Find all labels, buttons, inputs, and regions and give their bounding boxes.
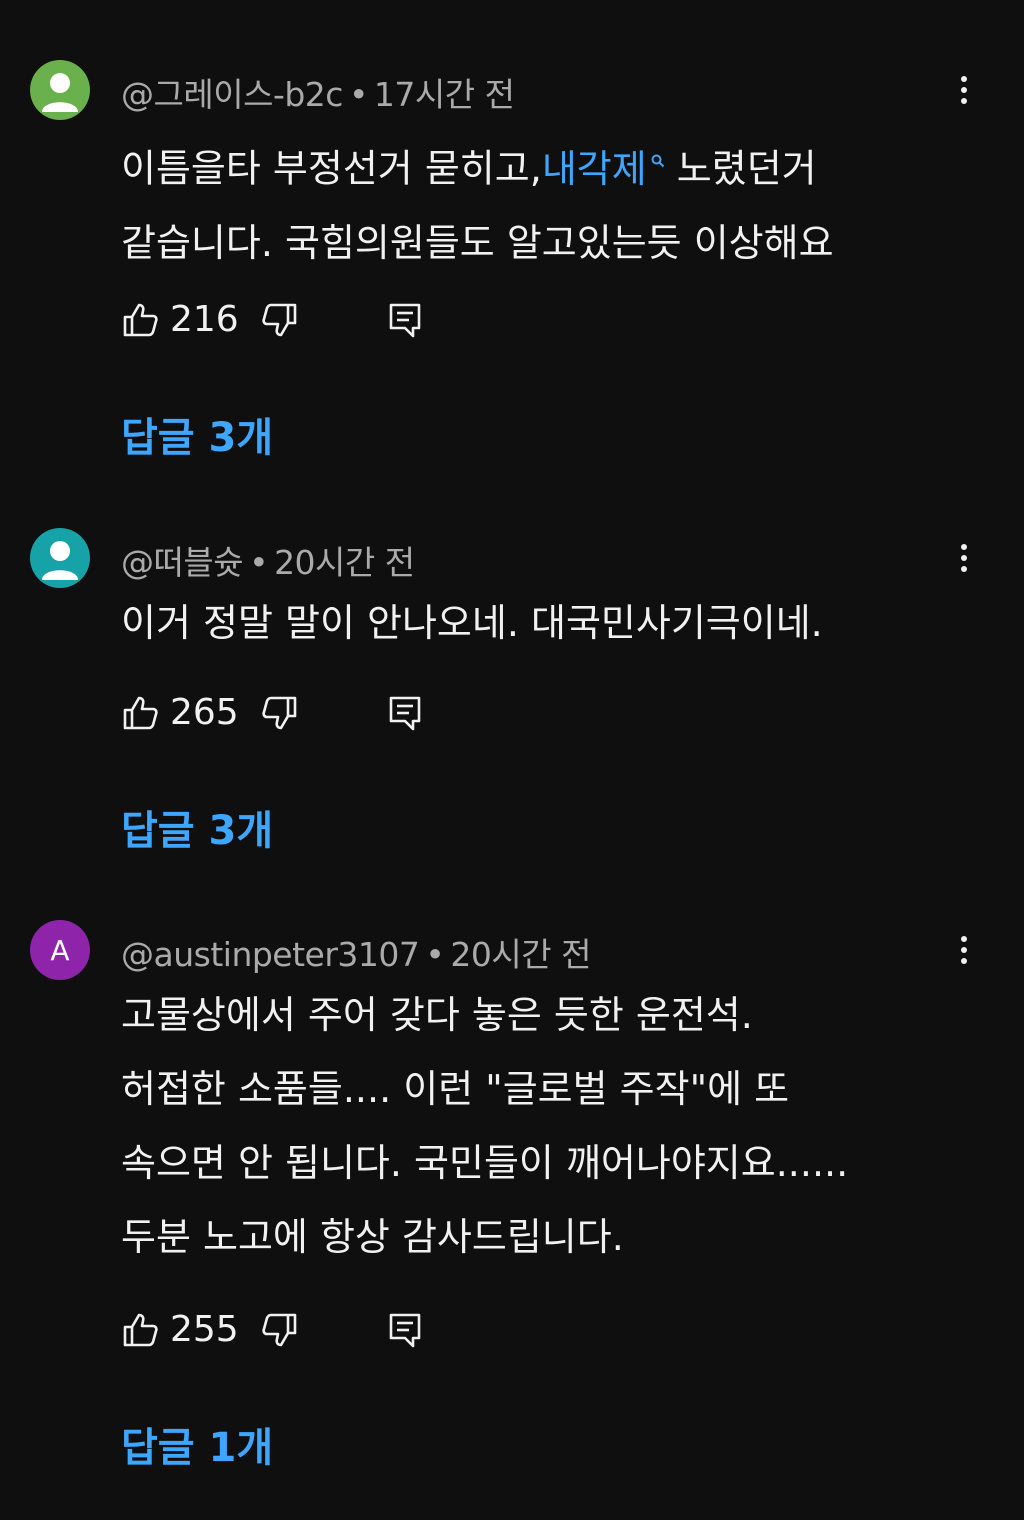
dislike-icon[interactable] <box>259 1310 299 1350</box>
reply-icon[interactable] <box>385 693 425 733</box>
avatar[interactable] <box>30 60 90 120</box>
search-link[interactable]: 내각제 <box>542 147 665 191</box>
like-icon[interactable] <box>121 1310 161 1350</box>
dislike-icon[interactable] <box>259 300 299 340</box>
like-count: 265 <box>170 692 239 733</box>
comment-text: 이거 정말 말이 안나오네. 대국민사기극이네. <box>121 586 823 660</box>
comment-meta: @austinpeter3107 • 20시간 전 <box>121 928 591 976</box>
avatar[interactable] <box>30 528 90 588</box>
avatar[interactable]: A <box>30 920 90 980</box>
comment-time: 17시간 전 <box>373 75 515 114</box>
author-name[interactable]: @그레이스-b2c <box>121 75 343 114</box>
view-replies-button[interactable]: 답글 3개 <box>121 405 273 463</box>
more-options-button[interactable] <box>944 930 984 970</box>
user-icon <box>42 541 78 580</box>
more-vert-icon <box>961 544 967 572</box>
more-vert-icon <box>961 936 967 964</box>
reply-icon[interactable] <box>385 1310 425 1350</box>
like-icon[interactable] <box>121 693 161 733</box>
dislike-icon[interactable] <box>259 693 299 733</box>
author-name[interactable]: @austinpeter3107 <box>121 935 420 974</box>
meta-separator: • <box>425 935 445 974</box>
like-count: 216 <box>170 299 239 340</box>
comment-meta: @떠블슛 • 20시간 전 <box>121 536 415 584</box>
comment-line: 이틈을타 부정선거 묻히고, <box>121 146 542 191</box>
comment-meta: @그레이스-b2c • 17시간 전 <box>121 68 515 116</box>
meta-separator: • <box>348 75 368 114</box>
user-icon <box>42 73 78 112</box>
like-icon[interactable] <box>121 300 161 340</box>
author-name[interactable]: @떠블슛 <box>121 543 244 582</box>
more-options-button[interactable] <box>944 538 984 578</box>
comment-line: 이거 정말 말이 안나오네. 대국민사기극이네. <box>121 601 823 645</box>
comment-line: 고물상에서 주어 갖다 놓은 듯한 운전석. <box>121 993 753 1037</box>
meta-separator: • <box>249 543 269 582</box>
view-replies-button[interactable]: 답글 1개 <box>121 1415 273 1473</box>
comment-line: 두분 노고에 항상 감사드립니다. <box>121 1215 624 1259</box>
comment-time: 20시간 전 <box>274 543 415 582</box>
comment-time: 20시간 전 <box>450 935 591 974</box>
comment-text: 이틈을타 부정선거 묻히고,내각제 노렸던거 같습니다. 국힘의원들도 알고있는… <box>121 118 834 280</box>
like-count: 255 <box>170 1309 239 1350</box>
comment-text: 고물상에서 주어 갖다 놓은 듯한 운전석. 허접한 소품들.... 이런 "글… <box>121 978 848 1274</box>
comment-line-tail: 노렸던거 <box>676 146 817 191</box>
more-options-button[interactable] <box>944 70 984 110</box>
search-icon <box>651 118 665 192</box>
comment-line: 같습니다. 국힘의원들도 알고있는듯 이상해요 <box>121 220 834 265</box>
view-replies-button[interactable]: 답글 3개 <box>121 798 273 856</box>
avatar-letter: A <box>50 933 70 967</box>
more-vert-icon <box>961 76 967 104</box>
reply-icon[interactable] <box>385 300 425 340</box>
comment-line: 속으면 안 됩니다. 국민들이 깨어나야지요...... <box>121 1141 849 1185</box>
comment-line: 허접한 소품들.... 이런 "글로벌 주작"에 또 <box>121 1067 790 1111</box>
